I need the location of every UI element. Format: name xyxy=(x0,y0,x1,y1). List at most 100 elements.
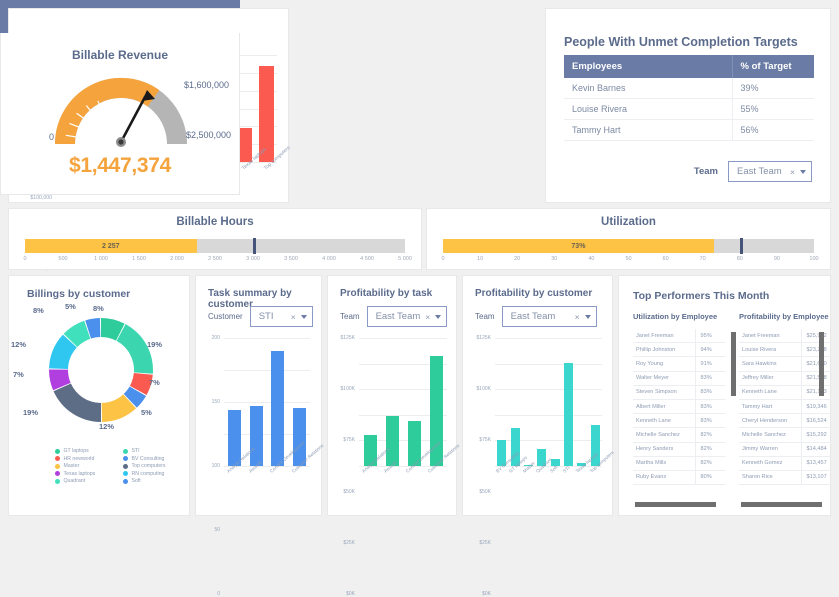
list-item[interactable]: Janet Freeman 95% xyxy=(633,329,725,343)
list-item[interactable]: Kenneth Gomez $13,457 xyxy=(739,456,831,471)
gauge-subtitle: Billable Revenue xyxy=(71,48,169,62)
profitability-scrollbar[interactable] xyxy=(819,332,824,396)
legend-swatch xyxy=(55,463,60,469)
bar[interactable] xyxy=(249,406,263,466)
axis-tick: 70 xyxy=(699,256,706,262)
list-item[interactable]: Sharon Rice $13,107 xyxy=(739,470,831,485)
clear-icon[interactable]: × xyxy=(575,312,580,322)
legend-swatch xyxy=(55,448,60,454)
employee-value: $25,922 xyxy=(800,329,831,343)
utilization-by-employee-column: Utilization by Employee Janet Freeman 95%… xyxy=(633,312,725,485)
list-item[interactable]: Tammy Hart $19,346 xyxy=(739,399,831,414)
list-item[interactable]: Albert Miller 83% xyxy=(633,399,725,414)
table-row[interactable]: Kevin Barnes 39% xyxy=(564,78,814,99)
legend-item[interactable]: Master xyxy=(55,463,117,469)
clear-icon[interactable]: × xyxy=(425,312,430,322)
chevron-down-icon[interactable] xyxy=(800,169,806,174)
bar[interactable] xyxy=(564,362,574,466)
utilization-fill: 73% xyxy=(443,239,714,253)
clear-icon[interactable]: × xyxy=(790,167,795,177)
y-axis-tick: 200 xyxy=(211,335,220,341)
list-item[interactable]: Kenneth Lane 83% xyxy=(633,413,725,428)
column-header-employees: Employees xyxy=(564,55,732,78)
legend-label: Quadrant xyxy=(63,478,86,484)
donut-slice[interactable] xyxy=(53,383,101,422)
team-filter-customer: Team East Team × xyxy=(475,306,597,327)
clear-icon[interactable]: × xyxy=(291,312,296,322)
legend-item[interactable]: Quadrant xyxy=(55,478,117,484)
chevron-down-icon[interactable] xyxy=(584,314,591,319)
list-item[interactable]: Jeffrey Miller $21,518 xyxy=(739,371,831,386)
list-item[interactable]: Louise Rivera $23,208 xyxy=(739,342,831,357)
list-item[interactable]: Kenneth Lane $21,153 xyxy=(739,385,831,400)
axis-tick: 3 000 xyxy=(246,256,260,262)
profitability-hscrollbar[interactable] xyxy=(741,502,822,507)
employee-name: Kevin Barnes xyxy=(564,78,732,99)
team-select-task[interactable]: East Team × xyxy=(366,306,448,327)
utilization-track: 73% xyxy=(443,238,814,254)
list-item[interactable]: Ruby Evans 80% xyxy=(633,470,725,485)
list-item[interactable]: Michelle Sanchez $15,292 xyxy=(739,427,831,442)
list-item[interactable]: Janet Freeman $25,922 xyxy=(739,329,831,343)
table-row[interactable]: Louise Rivera 55% xyxy=(564,98,814,120)
legend-swatch xyxy=(123,471,128,476)
list-item[interactable]: Sara Hawkins $21,660 xyxy=(739,356,831,372)
legend-swatch xyxy=(123,478,128,484)
utilization-scrollbar[interactable] xyxy=(731,332,736,396)
list-item[interactable]: Martha Mills 82% xyxy=(633,456,725,471)
customer-select[interactable]: STI × xyxy=(249,306,313,327)
legend-item[interactable]: Texas laptops xyxy=(55,471,117,477)
chevron-down-icon[interactable] xyxy=(300,314,307,319)
employee-name: Sara Hawkins xyxy=(742,360,777,367)
legend-item[interactable]: GT laptops xyxy=(55,448,117,454)
utilization-hscrollbar[interactable] xyxy=(635,502,716,507)
utilization-target-marker xyxy=(739,238,743,254)
list-item[interactable]: Michelle Sanchez 82% xyxy=(633,427,725,442)
employee-value: $21,660 xyxy=(800,356,831,372)
billings-donut-title: Billings by customer xyxy=(27,288,131,300)
list-item[interactable]: Cheryl Henderson $16,524 xyxy=(739,413,831,428)
team-select-customer[interactable]: East Team × xyxy=(501,306,597,327)
list-item[interactable]: Phillip Johnston 94% xyxy=(633,342,725,357)
axis-tick: 0 xyxy=(23,256,27,262)
legend-item[interactable]: Top computers xyxy=(123,463,185,469)
utilization-title: Utilization xyxy=(601,216,656,228)
legend-item[interactable]: HR newworld xyxy=(55,456,117,462)
task-summary-card: Task summary by customer Customer STI × … xyxy=(195,275,324,597)
profitability-customer-plot: $0K $25K $50K $75K $100K $125K xyxy=(477,335,602,597)
legend-item[interactable]: Soft xyxy=(123,478,185,484)
gauge-value: $1,447,374 xyxy=(68,154,172,177)
table-row[interactable]: Tammy Hart 56% xyxy=(564,119,814,141)
employee-value: 82% xyxy=(694,427,725,442)
axis-tick: 3 500 xyxy=(284,256,298,262)
list-item[interactable]: Jimmy Warren $14,484 xyxy=(739,442,831,457)
list-item[interactable]: Henry Sanders 82% xyxy=(633,442,725,457)
chevron-down-icon[interactable] xyxy=(435,314,442,319)
list-item[interactable]: Walter Meyer 83% xyxy=(633,371,725,386)
employee-value: 83% xyxy=(694,371,725,386)
bar[interactable] xyxy=(385,415,399,466)
axis-tick: 0 xyxy=(441,256,445,262)
employee-name: Louise Rivera xyxy=(742,346,777,353)
list-item[interactable]: Roy Young 91% xyxy=(633,356,725,372)
employee-value: 83% xyxy=(694,385,725,400)
bar[interactable] xyxy=(271,350,285,466)
donut-slice-label: 7% xyxy=(149,378,160,387)
y-axis-tick: $25K xyxy=(479,539,491,546)
employee-name: Michelle Sanchez xyxy=(742,431,786,438)
billable-hours-value: 2 257 xyxy=(102,242,120,250)
employee-value: 91% xyxy=(694,356,725,372)
legend-item[interactable]: RN computing xyxy=(123,471,185,477)
gauge-body: Billable Revenue 0 $2,500,000 $1,600,000… xyxy=(0,33,240,195)
legend-item[interactable]: BV Consulting xyxy=(123,456,185,462)
employee-name: Walter Meyer xyxy=(636,375,670,382)
column-header-pct-of-target: % of Target xyxy=(731,55,814,78)
profitability-customer-card: Profitability by customer Team East Team… xyxy=(462,275,615,597)
billable-revenue-gauge: 0 $2,500,000 $1,600,000 xyxy=(1,66,241,152)
donut-slice-label: 8% xyxy=(33,306,44,315)
team-select[interactable]: East Team × xyxy=(728,161,812,182)
employee-name: Janet Freeman xyxy=(742,332,780,339)
list-item[interactable]: Steven Simpson 83% xyxy=(633,385,725,400)
profitability-by-employee-header: Profitability by Employee xyxy=(739,312,829,321)
legend-item[interactable]: STI xyxy=(123,448,185,454)
